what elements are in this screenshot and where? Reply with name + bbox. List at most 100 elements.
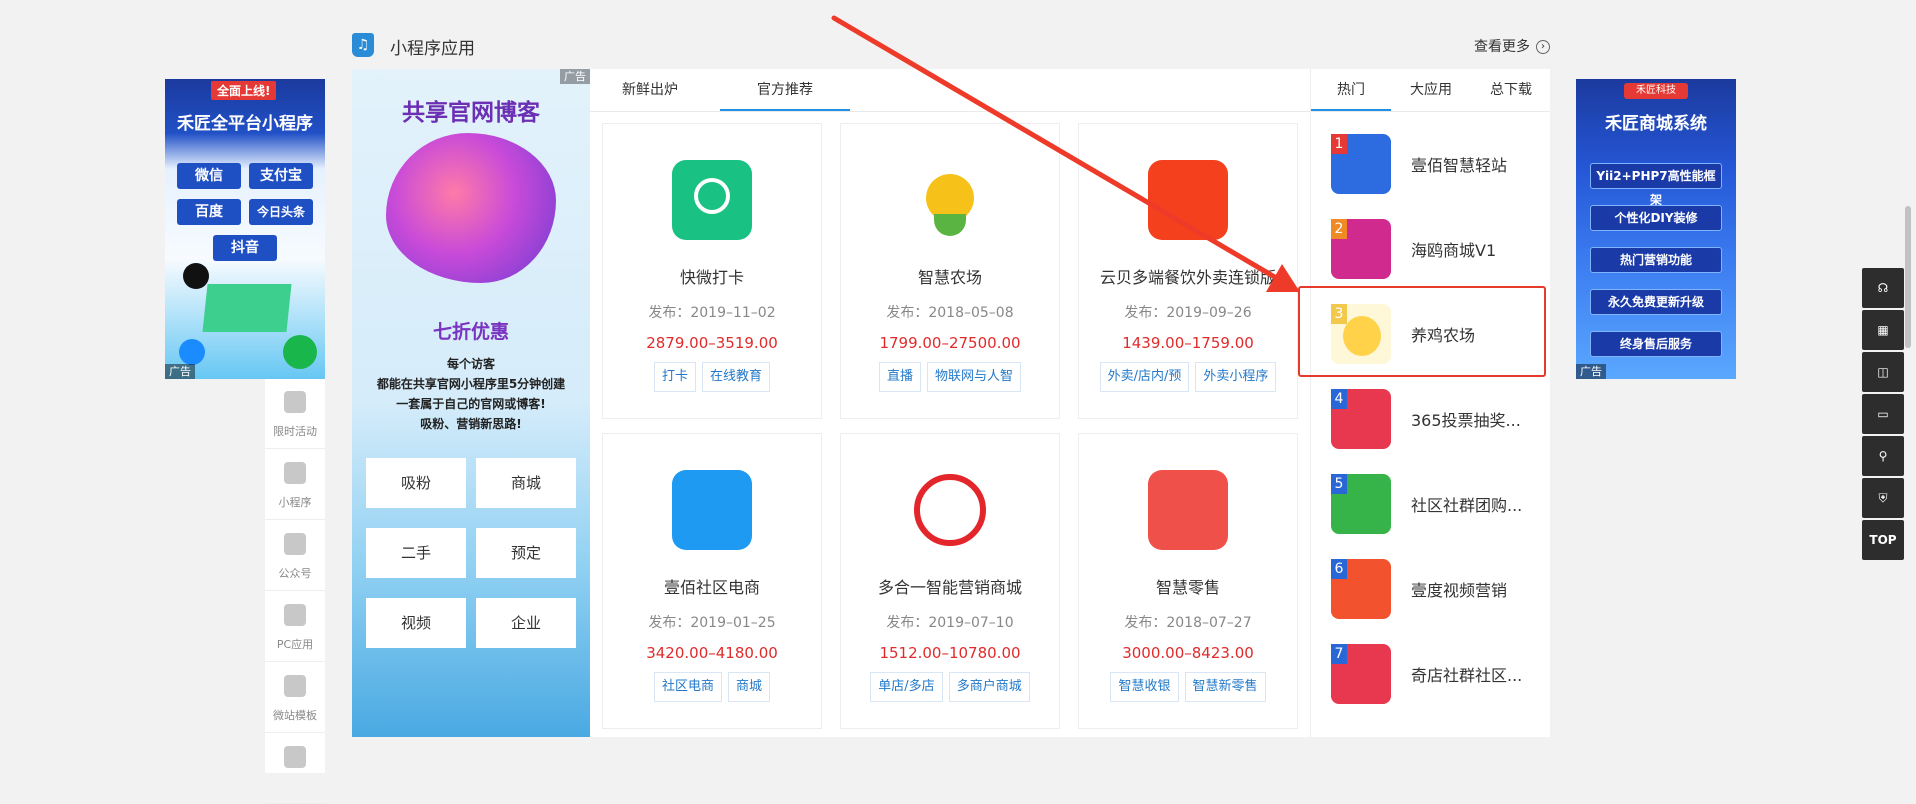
app-tag[interactable]: 在线教育 <box>702 362 771 392</box>
app-price: 2879.00–3519.00 <box>646 334 778 352</box>
category-sidebar: 限时活动 小程序 公众号 PC应用 微站模板 <box>265 379 325 804</box>
annotation-arrow <box>831 15 1300 292</box>
app-tag[interactable]: 社区电商 <box>653 672 722 702</box>
ad-feature: 终身售后服务 <box>1590 331 1722 357</box>
tab-total-downloads[interactable]: 总下载 <box>1471 69 1551 111</box>
promo-grid-item[interactable]: 视频 <box>366 598 466 648</box>
promo-text: 吸粉、营销新思路! <box>420 417 522 431</box>
app-price: 1799.00–27500.00 <box>879 334 1021 352</box>
hexagon-icon <box>179 339 205 365</box>
user-search-icon[interactable]: ⚲ <box>1862 436 1904 476</box>
ad-title: 禾匠全平台小程序 <box>177 114 313 134</box>
app-tag[interactable]: 直播 <box>878 362 921 392</box>
app-tag[interactable]: 打卡 <box>653 362 696 392</box>
ad-feature: 热门营销功能 <box>1590 247 1722 273</box>
ad-platform-toutiao: 今日头条 <box>249 199 313 225</box>
app-card[interactable]: 快微打卡 发布：2019–11–02 2879.00–3519.00 打卡 在线教… <box>602 123 822 419</box>
sidenav-item-mini-program[interactable]: 小程序 <box>265 450 325 520</box>
bag-icon[interactable]: ◫ <box>1862 352 1904 392</box>
app-tag[interactable]: 智慧收银 <box>1110 672 1179 702</box>
app-card[interactable]: 多合一智能营销商城 发布：2019–07–10 1512.00–10780.00… <box>840 433 1060 729</box>
tab-big-apps[interactable]: 大应用 <box>1391 69 1471 111</box>
app-tag[interactable]: 智慧新零售 <box>1184 672 1266 702</box>
ad-title: 禾匠商城系统 <box>1605 114 1707 134</box>
mini-program-bag-icon: ♫ <box>352 33 374 57</box>
right-ad-banner[interactable]: 禾匠科技 禾匠商城系统 Yii2+PHP7高性能框架 个性化DIY装修 热门营销… <box>1576 79 1736 379</box>
ranking-item[interactable]: 2 海鸥商城V1 <box>1331 219 1541 289</box>
ad-feature: 永久免费更新升级 <box>1590 289 1722 315</box>
wallet-icon[interactable]: ▭ <box>1862 394 1904 434</box>
promo-text: 每个访客 <box>446 357 495 371</box>
promo-grid-item[interactable]: 企业 <box>476 598 576 648</box>
tab-new[interactable]: 新鲜出炉 <box>590 69 710 111</box>
app-tag[interactable]: 外卖小程序 <box>1195 362 1277 392</box>
ad-platform-douyin: 抖音 <box>213 235 277 261</box>
view-more-link[interactable]: 查看更多 › <box>1474 36 1550 56</box>
sidenav-item-more[interactable] <box>265 734 325 804</box>
tab-hot[interactable]: 热门 <box>1311 69 1391 111</box>
ad-tag: 广告 <box>560 69 590 84</box>
app-tag[interactable]: 外卖/店内/预 <box>1099 362 1190 392</box>
app-name: 壹佰社区电商 <box>663 578 760 597</box>
grid-icon <box>284 746 306 768</box>
sidenav-item-limited-time[interactable]: 限时活动 <box>265 379 325 449</box>
chat-icon <box>284 675 306 697</box>
promo-grid-item[interactable]: 吸粉 <box>366 458 466 508</box>
app-price: 3420.00–4180.00 <box>646 644 778 662</box>
app-icon: 7 <box>1331 644 1391 704</box>
mini-program-icon <box>283 335 317 369</box>
scrollbar-thumb[interactable] <box>1905 206 1911 348</box>
app-tag[interactable]: 商城 <box>728 672 771 702</box>
ad-badge: 全面上线! <box>211 81 277 100</box>
app-name: 智慧零售 <box>1155 578 1220 597</box>
app-price: 1512.00–10780.00 <box>879 644 1021 662</box>
app-icon: 1 <box>1331 134 1391 194</box>
sidenav-item-microsite[interactable]: 微站模板 <box>265 663 325 733</box>
promo-grid-item[interactable]: 商城 <box>476 458 576 508</box>
ranking-item[interactable]: 7 奇店社群社区... <box>1331 644 1541 714</box>
app-name: 多合一智能营销商城 <box>877 578 1022 597</box>
sidenav-item-official-account[interactable]: 公众号 <box>265 521 325 591</box>
arrow-right-circle-icon: › <box>1536 40 1550 54</box>
promo-title: 共享官网博客 <box>402 100 540 126</box>
app-date: 发布：2019–07–10 <box>886 615 1014 631</box>
app-date: 发布：2019–09–26 <box>1124 305 1252 321</box>
left-ad-banner[interactable]: 全面上线! 禾匠全平台小程序 微信 支付宝 百度 今日头条 抖音 广告 <box>165 79 325 379</box>
ranking-item[interactable]: 6 壹度视频营销 <box>1331 559 1541 629</box>
app-icon: 5 <box>1331 474 1391 534</box>
app-card[interactable]: 智慧零售 发布：2018–07–27 3000.00–8423.00 智慧收银智… <box>1078 433 1298 729</box>
calendar-icon[interactable]: ▦ <box>1862 310 1904 350</box>
app-tag[interactable]: 多商户商城 <box>948 672 1030 702</box>
app-date: 发布：2019–01–25 <box>648 615 776 631</box>
bag-icon <box>284 462 306 484</box>
bag-icon <box>284 533 306 555</box>
tiktok-icon <box>183 263 209 289</box>
promo-text: 都能在共享官网小程序里5分钟创建 <box>376 377 566 391</box>
app-date: 发布：2018–05–08 <box>886 305 1014 321</box>
promo-grid-item[interactable]: 二手 <box>366 528 466 578</box>
app-card[interactable]: 壹佰社区电商 发布：2019–01–25 3420.00–4180.00 社区电… <box>602 433 822 729</box>
ad-tag: 广告 <box>1576 364 1606 379</box>
ranking-item[interactable]: 5 社区社群团购... <box>1331 474 1541 544</box>
tab-divider <box>1311 111 1550 112</box>
ad-platform-wechat: 微信 <box>177 163 241 189</box>
shopping-cart-icon <box>910 470 990 550</box>
promo-banner[interactable]: 广告 共享官网博客 七折优惠 每个访客 都能在共享官网小程序里5分钟创建 一套属… <box>352 69 590 737</box>
community-ecommerce-icon <box>672 470 752 550</box>
app-date: 发布：2019–11–02 <box>648 305 776 321</box>
app-icon: 6 <box>1331 559 1391 619</box>
shield-icon[interactable]: ⛨ <box>1862 478 1904 518</box>
app-date: 发布：2018–07–27 <box>1124 615 1252 631</box>
promo-grid-item[interactable]: 预定 <box>476 528 576 578</box>
ranking-item[interactable]: 1 壹佰智慧轻站 <box>1331 134 1541 204</box>
headset-icon[interactable]: ☊ <box>1862 268 1904 308</box>
app-tag[interactable]: 单店/多店 <box>870 672 943 702</box>
location-clock-icon <box>672 160 752 240</box>
ranking-item[interactable]: 4 365投票抽奖... <box>1331 389 1541 459</box>
app-tag[interactable]: 物联网与人智 <box>927 362 1022 392</box>
sidenav-item-pc-app[interactable]: PC应用 <box>265 592 325 662</box>
top-icon[interactable]: TOP <box>1862 520 1904 560</box>
app-icon: 2 <box>1331 219 1391 279</box>
promo-illustration <box>386 133 556 283</box>
clock-icon <box>284 391 306 413</box>
